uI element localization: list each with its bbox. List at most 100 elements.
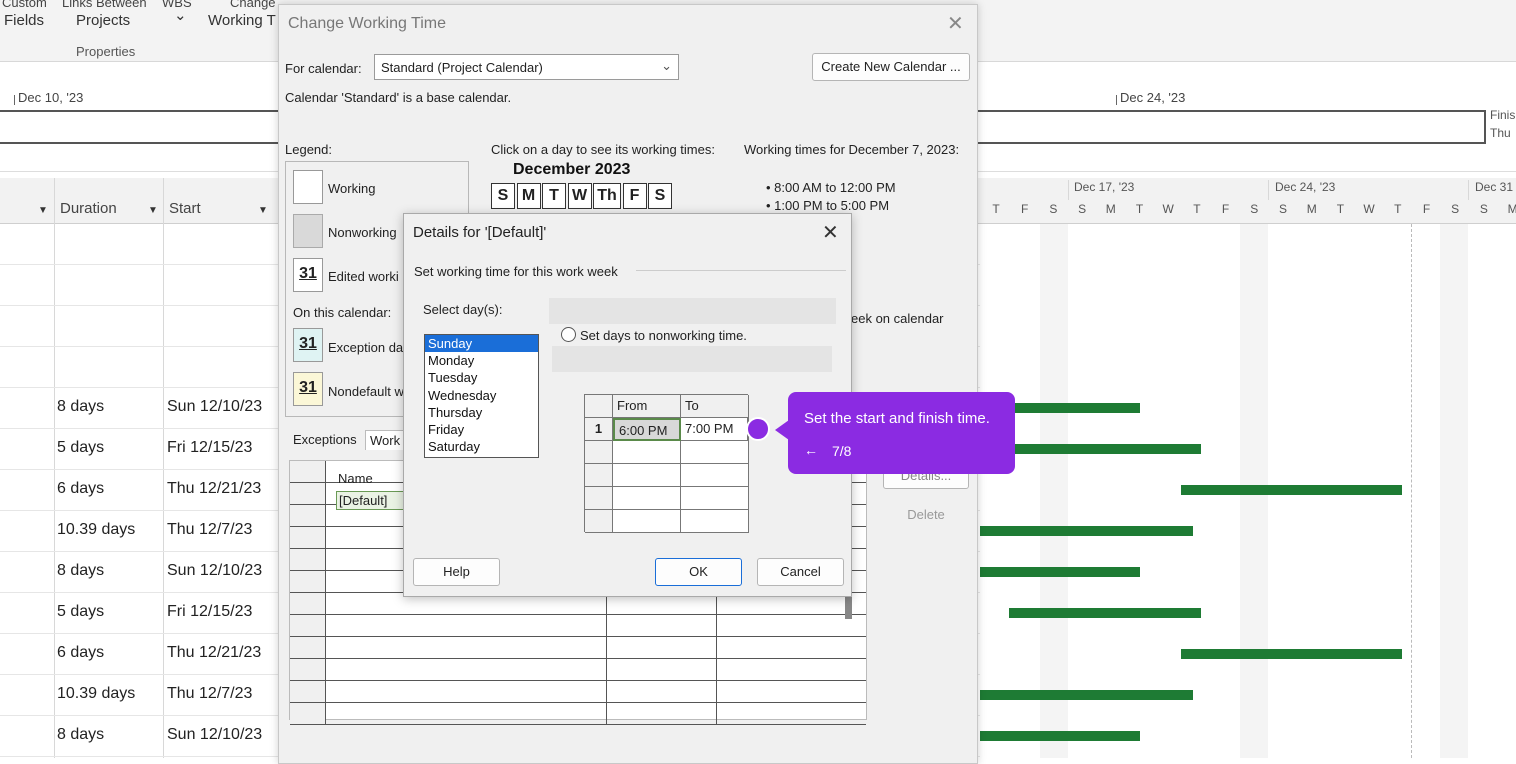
tab-exceptions[interactable]: Exceptions — [293, 432, 357, 447]
to-time-cell[interactable]: 7:00 PM — [681, 418, 749, 441]
grid-row[interactable] — [290, 637, 866, 659]
create-new-calendar-button[interactable]: Create New Calendar ... — [812, 53, 970, 81]
gantt-bar[interactable] — [980, 526, 1193, 536]
delete-button[interactable]: Delete — [883, 503, 969, 529]
nonworking-radio-label[interactable]: Set days to nonworking time. — [580, 328, 747, 343]
start-cell[interactable]: Thu 12/7/23 — [167, 521, 252, 539]
time-grid-cell[interactable] — [681, 464, 749, 487]
start-cell[interactable]: Sun 12/10/23 — [167, 398, 262, 416]
grid-row[interactable] — [290, 615, 866, 637]
timescale-divider — [1468, 180, 1469, 200]
day-option-wednesday[interactable]: Wednesday — [425, 387, 538, 404]
time-grid-cell[interactable] — [613, 487, 681, 510]
start-cell[interactable]: Thu 12/21/23 — [167, 644, 261, 662]
chevron-down-icon[interactable]: ⌄ — [174, 6, 187, 24]
timeline-finish-label: Finis — [1490, 108, 1516, 122]
day-option-friday[interactable]: Friday — [425, 421, 538, 438]
row-header-cell — [290, 527, 326, 548]
guide-tooltip: Set the start and finish time. ← 7/8 — [788, 392, 1015, 474]
gantt-bar[interactable] — [1181, 649, 1402, 659]
grid-row[interactable] — [290, 703, 866, 725]
gantt-bar[interactable] — [980, 567, 1140, 577]
start-cell[interactable]: Sun 12/10/23 — [167, 562, 262, 580]
timescale-day: T — [1394, 202, 1402, 216]
timescale-day: S — [1049, 202, 1058, 216]
nondefault-swatch: 31 — [293, 372, 323, 406]
duration-cell[interactable]: 5 days — [57, 439, 104, 457]
hotspot-dot[interactable] — [746, 417, 770, 441]
nonworking-radio[interactable] — [561, 327, 576, 342]
back-arrow-icon[interactable]: ← — [804, 442, 818, 458]
row-header-cell — [290, 505, 326, 526]
gantt-bar[interactable] — [980, 690, 1193, 700]
grid-row[interactable] — [290, 681, 866, 703]
start-cell[interactable]: Fri 12/15/23 — [167, 603, 252, 621]
timescale-day: T — [1135, 202, 1144, 216]
time-grid-cell — [585, 487, 613, 510]
time-grid-cell[interactable] — [681, 510, 749, 533]
close-icon[interactable]: ✕ — [822, 220, 839, 245]
name-column-header: Name — [338, 471, 373, 486]
calendar-weekday: F — [622, 183, 647, 209]
gantt-bar[interactable] — [980, 731, 1140, 741]
day-option-saturday[interactable]: Saturday — [425, 438, 538, 455]
duration-cell[interactable]: 6 days — [57, 480, 104, 498]
time-grid-cell[interactable] — [613, 464, 681, 487]
tab-work-weeks[interactable]: Work — [365, 430, 406, 450]
start-cell[interactable]: Sun 12/10/23 — [167, 726, 262, 744]
gantt-bar[interactable] — [1181, 485, 1402, 495]
timescale-day: S — [1479, 202, 1488, 216]
duration-cell[interactable]: 10.39 days — [57, 521, 135, 539]
close-icon[interactable]: ✕ — [947, 11, 964, 36]
day-option-tuesday[interactable]: Tuesday — [425, 369, 538, 386]
time-grid-cell — [585, 510, 613, 533]
duration-cell[interactable]: 5 days — [57, 603, 104, 621]
duration-cell[interactable]: 6 days — [57, 644, 104, 662]
ok-button[interactable]: OK — [655, 558, 742, 586]
calendar-weekday: M — [516, 183, 541, 209]
duration-cell[interactable]: 8 days — [57, 562, 104, 580]
time-grid-cell[interactable] — [681, 487, 749, 510]
duration-cell[interactable]: 8 days — [57, 726, 104, 744]
day-option-sunday[interactable]: Sunday — [425, 335, 538, 353]
projects-button[interactable]: Projects — [76, 12, 130, 29]
tooltip-text: Set the start and finish time. — [804, 410, 990, 427]
working-times-grid[interactable]: From To 1 6:00 PM 7:00 PM — [584, 394, 749, 533]
start-cell[interactable]: Thu 12/7/23 — [167, 685, 252, 703]
day-listbox[interactable]: Sunday Monday Tuesday Wednesday Thursday… — [424, 334, 539, 458]
time-grid-cell[interactable] — [681, 441, 749, 464]
help-button[interactable]: Help — [413, 558, 500, 586]
status-date-line — [1411, 224, 1412, 758]
scrollbar-thumb[interactable] — [845, 595, 852, 619]
timescale-day: S — [1278, 202, 1287, 216]
start-cell[interactable]: Thu 12/21/23 — [167, 480, 261, 498]
grid-row[interactable] — [290, 659, 866, 681]
duration-cell[interactable]: 10.39 days — [57, 685, 135, 703]
time-grid-cell[interactable] — [613, 441, 681, 464]
gantt-bar[interactable] — [1009, 608, 1201, 618]
working-swatch — [293, 170, 323, 204]
step-counter: 7/8 — [832, 443, 852, 459]
column-divider — [716, 637, 717, 659]
duration-cell[interactable]: 8 days — [57, 398, 104, 416]
from-time-cell[interactable]: 6:00 PM — [613, 418, 681, 441]
click-day-note: Click on a day to see its working times: — [491, 142, 715, 157]
timescale-day: T — [1193, 202, 1201, 216]
tooltip-pointer — [775, 420, 789, 440]
timescale-week: Dec 17, '23 — [1074, 180, 1135, 194]
day-option-thursday[interactable]: Thursday — [425, 404, 538, 421]
start-cell[interactable]: Fri 12/15/23 — [167, 439, 252, 457]
nonworking-shading — [1040, 224, 1068, 758]
column-divider — [716, 659, 717, 681]
cancel-button[interactable]: Cancel — [757, 558, 844, 586]
edited-swatch: 31 — [293, 258, 323, 292]
exception-swatch: 31 — [293, 328, 323, 362]
fields-button[interactable]: Fields — [4, 12, 44, 29]
column-divider — [606, 681, 607, 703]
time-grid-cell[interactable] — [613, 510, 681, 533]
details-section-label: Set working time for this work week — [414, 264, 618, 279]
calendar-select[interactable]: Standard (Project Calendar) ⌄ — [374, 54, 679, 80]
working-time-button[interactable]: Working T — [208, 12, 276, 29]
day-option-monday[interactable]: Monday — [425, 352, 538, 369]
ribbon-fragment: Custom — [2, 0, 47, 10]
